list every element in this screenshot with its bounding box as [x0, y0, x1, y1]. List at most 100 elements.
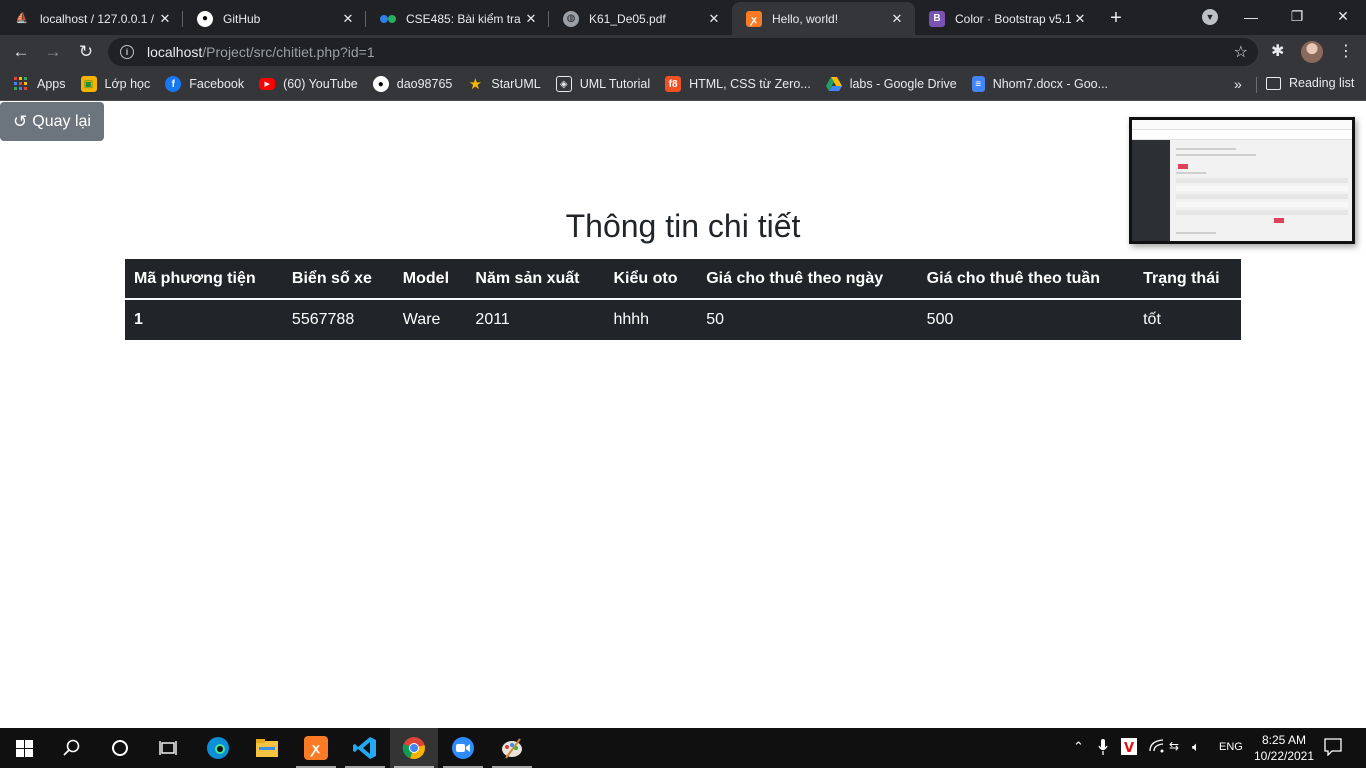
bookmark-label: Lớp học [104, 77, 151, 91]
bookmarks-bar: Apps ▣ Lớp học f Facebook ▶ (60) YouTube… [0, 68, 1366, 101]
drive-icon [825, 76, 842, 92]
bookmark-label: (60) YouTube [283, 77, 358, 91]
tab-title: localhost / 127.0.0.1 / d [40, 11, 157, 26]
vscode-icon[interactable] [341, 728, 389, 768]
bookmarks-overflow-button[interactable]: » [1234, 76, 1242, 92]
reading-list-button[interactable]: Reading list [1266, 76, 1354, 90]
header-nam-san-xuat: Năm sản xuất [466, 259, 605, 300]
start-icon[interactable] [0, 728, 48, 768]
uml-icon: ◈ [555, 76, 572, 92]
xampp-icon[interactable]: ꭗ [292, 728, 340, 768]
chrome-icon[interactable] [390, 728, 438, 768]
forward-arrow-icon[interactable]: → [40, 39, 66, 65]
close-window-button[interactable]: ✕ [1320, 0, 1366, 33]
reload-icon[interactable]: ↻ [73, 39, 99, 65]
thumbnail-table-row [1176, 178, 1348, 183]
chevron-up-icon[interactable]: ⌃ [1073, 739, 1084, 755]
tab-bootstrap[interactable]: B Color · Bootstrap v5.1 ✕ [915, 2, 1098, 35]
close-icon[interactable]: ✕ [1072, 11, 1088, 27]
header-gia-theo-ngay: Giá cho thuê theo ngày [697, 259, 918, 300]
bookmark-star-icon[interactable]: ☆ [1234, 42, 1248, 62]
globe-icon: ◍ [563, 10, 579, 27]
tab-pdf[interactable]: ◍ K61_De05.pdf ✕ [549, 2, 732, 35]
github-icon: ● [197, 10, 213, 27]
address-bar[interactable]: i localhost/Project/src/chitiet.php?id=1… [108, 38, 1258, 66]
search-icon[interactable] [48, 728, 96, 768]
bookmark-label: labs - Google Drive [849, 77, 957, 91]
zoom-icon[interactable] [439, 728, 487, 768]
close-icon[interactable]: ✕ [523, 11, 539, 27]
bookmark-drive[interactable]: labs - Google Drive [825, 76, 957, 92]
bookmark-classroom[interactable]: ▣ Lớp học [80, 76, 151, 92]
cell-nam-san-xuat: 2011 [475, 311, 510, 328]
cell-ma-phuong-tien: 1 [134, 311, 143, 328]
tab-title: GitHub [223, 11, 261, 26]
task-view-icon[interactable] [144, 728, 192, 768]
browser-tab-strip: ⛵ localhost / 127.0.0.1 / d ✕ ● GitHub ✕… [0, 0, 1366, 35]
restore-button[interactable]: ❐ [1274, 0, 1320, 33]
tab-hello-world[interactable]: ꭗ Hello, world! ✕ [732, 2, 915, 35]
header-kieu-oto: Kiểu oto [604, 259, 698, 300]
header-ma-phuong-tien: Mã phương tiện [125, 259, 283, 300]
minimize-button[interactable]: — [1228, 0, 1274, 33]
undo-arrow-icon: ↺ [13, 111, 28, 131]
bookmark-staruml[interactable]: ★ StarUML [467, 76, 541, 93]
youtube-icon: ▶ [259, 78, 276, 90]
thumbnail-text-line [1176, 172, 1206, 174]
f8-icon: f8 [665, 76, 682, 92]
bookmark-f8[interactable]: f8 HTML, CSS từ Zero... [665, 76, 811, 92]
classroom-icon: ▣ [80, 76, 97, 92]
volume-icon[interactable]: 🔈︎ [1192, 739, 1200, 755]
tab-github[interactable]: ● GitHub ✕ [183, 2, 366, 35]
header-trang-thai: Trạng thái [1134, 259, 1241, 300]
back-arrow-icon[interactable]: ← [8, 39, 34, 65]
profile-avatar[interactable] [1301, 41, 1323, 63]
bookmark-docs[interactable]: ≡ Nhom7.docx - Goo... [971, 76, 1109, 92]
edge-icon[interactable] [194, 728, 242, 768]
header-model: Model [393, 259, 467, 300]
file-explorer-icon[interactable] [243, 728, 291, 768]
tab-title: Hello, world! [772, 11, 839, 26]
tab-search-icon[interactable]: ▼ [1202, 9, 1218, 25]
close-icon[interactable]: ✕ [889, 11, 905, 27]
new-tab-button[interactable]: + [1098, 2, 1134, 35]
clock[interactable]: 8:25 AM 10/22/2021 [1248, 732, 1320, 764]
tab-title: Color · Bootstrap v5.1 [955, 11, 1072, 26]
url-path: /Project/src/chitiet.php?id=1 [202, 44, 375, 60]
cell-model: Ware [402, 311, 441, 328]
bookmark-label: Nhom7.docx - Goo... [992, 77, 1109, 91]
language-indicator[interactable]: ENG [1219, 741, 1243, 753]
reading-list-label: Reading list [1289, 76, 1355, 90]
site-info-icon[interactable]: i [120, 45, 134, 59]
menu-kebab-icon[interactable]: ⋮ [1338, 41, 1354, 61]
wifi-icon[interactable] [1148, 739, 1164, 756]
notification-icon[interactable] [1324, 738, 1342, 759]
table-header-row: Mã phương tiện Biển số xe Model Năm sản … [125, 259, 1241, 300]
thumbnail-tabbar [1132, 120, 1352, 130]
thumbnail-table-row [1176, 194, 1348, 199]
bookmark-facebook[interactable]: f Facebook [165, 76, 244, 92]
tab-phpmyadmin[interactable]: ⛵ localhost / 127.0.0.1 / d ✕ [0, 2, 183, 35]
bookmark-github[interactable]: ● dao98765 [372, 76, 453, 92]
apps-grid-icon [13, 76, 29, 92]
facebook-icon: f [165, 76, 182, 92]
extensions-icon[interactable]: ✱ [1271, 41, 1284, 61]
bookmark-apps[interactable]: Apps [13, 76, 66, 92]
bookmark-youtube[interactable]: ▶ (60) YouTube [259, 77, 358, 91]
bookmark-label: UML Tutorial [579, 77, 651, 91]
close-icon[interactable]: ✕ [706, 11, 722, 27]
cortana-icon[interactable] [96, 728, 144, 768]
network-icon[interactable]: ⇆ [1169, 739, 1179, 753]
paint-icon[interactable] [488, 728, 536, 768]
bookmark-uml-tutorial[interactable]: ◈ UML Tutorial [555, 76, 651, 92]
vietkey-icon[interactable]: V [1121, 738, 1137, 758]
bookmark-label: dao98765 [396, 77, 453, 91]
bookmarks-divider [1256, 77, 1257, 93]
bookmark-label: Apps [37, 77, 66, 91]
close-icon[interactable]: ✕ [157, 11, 173, 27]
microphone-icon[interactable] [1098, 739, 1108, 758]
back-button[interactable]: ↺ Quay lại [0, 102, 104, 141]
close-icon[interactable]: ✕ [340, 11, 356, 27]
tab-cse485[interactable]: CSE485: Bài kiểm tra G ✕ [366, 2, 549, 35]
bootstrap-icon: B [929, 10, 945, 27]
